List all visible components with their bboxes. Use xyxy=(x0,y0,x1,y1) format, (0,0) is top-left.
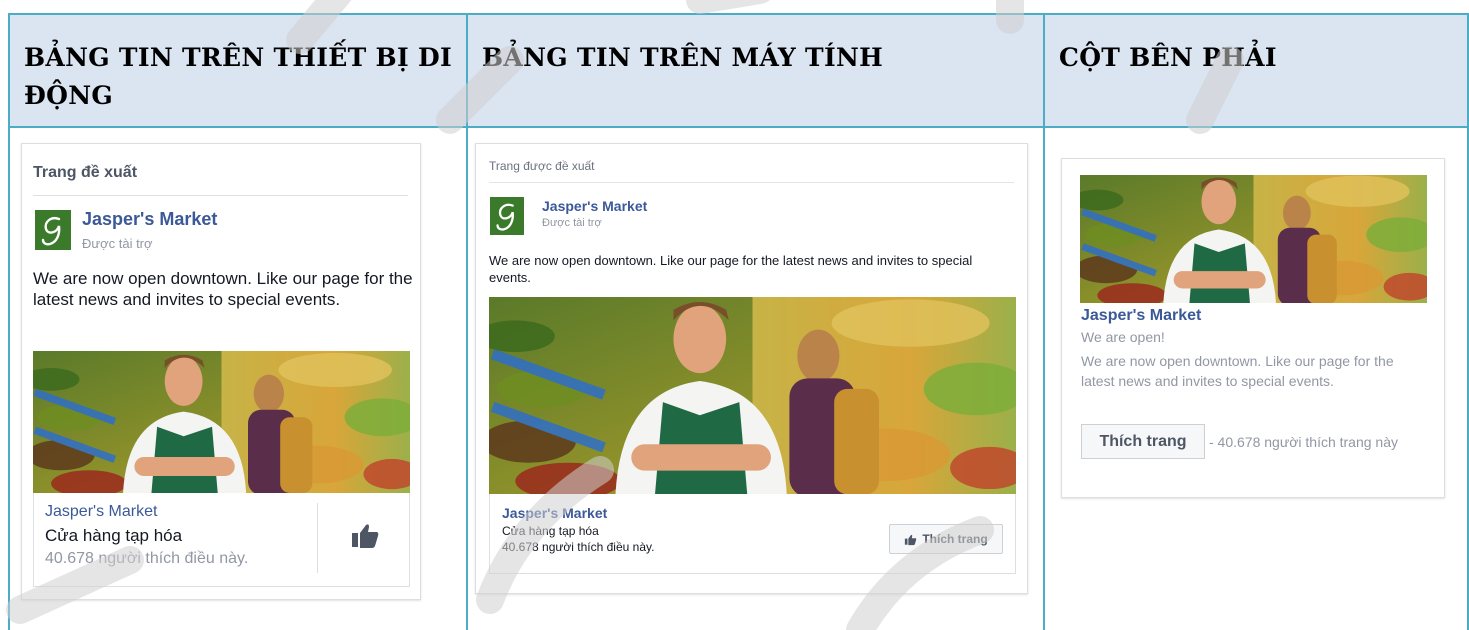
column-header-text: CỘT BÊN PHẢI xyxy=(1059,43,1277,72)
column-header-text: BẢNG TIN TRÊN MÁY TÍNH xyxy=(482,43,884,72)
page-name-link[interactable]: Jasper's Market xyxy=(82,209,217,230)
ad-subtitle: We are open! xyxy=(1081,329,1165,345)
page-logo[interactable] xyxy=(35,210,71,250)
like-page-button[interactable]: Thích trang xyxy=(889,524,1003,554)
footer-page-name[interactable]: Jasper's Market xyxy=(502,505,607,521)
ad-footer: Jasper's Market Cửa hàng tạp hóa 40.678 … xyxy=(489,494,1016,574)
footer-category: Cửa hàng tạp hóa xyxy=(45,526,183,545)
ad-text: We are now open downtown. Like our page … xyxy=(489,253,973,285)
thumbs-up-icon[interactable] xyxy=(350,521,380,549)
footer-like-count: 40.678 người thích điều này. xyxy=(502,540,655,554)
ad-text: We are now open downtown. Like our page … xyxy=(1081,353,1394,389)
footer-category: Cửa hàng tạp hóa xyxy=(502,524,599,538)
mobile-ad-card: Trang đề xuất Jasper's Market Được tài t… xyxy=(21,143,421,600)
column-header-text: BẢNG TIN TRÊN THIẾT BỊ DI ĐỘNG xyxy=(24,43,452,110)
divider xyxy=(489,182,1014,183)
column-divider xyxy=(8,13,10,630)
ad-image[interactable] xyxy=(1080,175,1427,303)
ad-image[interactable] xyxy=(33,351,410,493)
thumbs-up-icon xyxy=(904,533,917,546)
footer-page-name[interactable]: Jasper's Market xyxy=(45,503,157,521)
footer-like-count: 40.678 người thích điều này. xyxy=(45,550,249,567)
card-title: Trang được đề xuất xyxy=(489,159,595,173)
column-divider xyxy=(1043,13,1045,630)
sponsored-label: Được tài trợ xyxy=(82,236,153,251)
like-page-button[interactable]: Thích trang xyxy=(1081,424,1205,459)
divider xyxy=(317,503,318,573)
desktop-column-header: BẢNG TIN TRÊN MÁY TÍNH xyxy=(468,13,1045,128)
sponsored-label: Được tài trợ xyxy=(542,217,602,229)
ad-image[interactable] xyxy=(489,297,1016,494)
card-title: Trang đề xuất xyxy=(33,164,138,181)
page-name-link[interactable]: Jasper's Market xyxy=(1081,307,1201,325)
right-column-header: CỘT BÊN PHẢI xyxy=(1045,13,1469,128)
column-divider xyxy=(466,13,468,630)
page-logo[interactable] xyxy=(490,197,524,235)
like-page-button-label: Thích trang xyxy=(922,532,988,546)
ad-text: We are now open downtown. Like our page … xyxy=(33,269,413,309)
right-column-ad-card: Jasper's Market We are open! We are now … xyxy=(1061,158,1445,498)
divider xyxy=(33,195,408,196)
desktop-ad-card: Trang được đề xuất Jasper's Market Được … xyxy=(475,143,1028,594)
ad-footer: Jasper's Market Cửa hàng tạp hóa 40.678 … xyxy=(33,493,410,587)
mobile-column-header: BẢNG TIN TRÊN THIẾT BỊ DI ĐỘNG xyxy=(10,13,468,128)
page-name-link[interactable]: Jasper's Market xyxy=(542,198,647,214)
